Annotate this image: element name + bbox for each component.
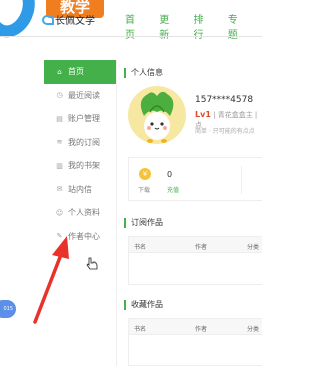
collected-table-body xyxy=(128,335,262,366)
sidebar-divider xyxy=(116,60,117,366)
coin-label: 下载 xyxy=(138,187,151,194)
watermark-logo-arc xyxy=(0,0,43,45)
column-title: 书名 xyxy=(134,326,147,333)
cabbage-avatar-icon xyxy=(140,91,174,143)
sidebar-item-label: 最近阅读 xyxy=(68,90,100,100)
logo-text: 长佩文学 xyxy=(55,16,95,27)
subscribed-table-body xyxy=(128,253,262,285)
bookshelf-icon: ▥ xyxy=(56,161,63,170)
sidebar-item-recent[interactable]: ◷ 最近阅读 xyxy=(44,84,116,108)
hand-cursor-icon xyxy=(86,257,98,270)
sidebar-item-label: 站内信 xyxy=(68,184,92,194)
sidebar-item-label: 账户管理 xyxy=(68,114,100,124)
column-category: 分类 xyxy=(247,326,260,333)
recharge-link[interactable]: 充值 xyxy=(167,185,179,194)
rss-icon: ≋ xyxy=(56,138,63,147)
balance-value: 0 xyxy=(167,170,173,179)
sidebar-item-profile[interactable]: ☺ 个人资料 xyxy=(44,201,116,225)
column-title: 书名 xyxy=(134,244,147,251)
sidebar-item-label: 我的订阅 xyxy=(68,137,100,147)
sidebar-item-subscriptions[interactable]: ≋ 我的订阅 xyxy=(44,131,116,155)
subscribed-section-title: 订阅作品 xyxy=(124,218,163,228)
user-icon: ☺ xyxy=(55,208,64,217)
sidebar-item-home[interactable]: ⌂ 首页 xyxy=(44,60,116,84)
sidebar-item-bookshelf[interactable]: ▥ 我的书架 xyxy=(44,154,116,178)
logo-icon xyxy=(42,15,54,25)
user-phone: 157****4578 xyxy=(195,95,254,105)
level-badge: Lv1 xyxy=(195,110,211,119)
column-category: 分类 xyxy=(247,244,260,251)
message-icon: ✉ xyxy=(56,185,63,194)
column-author: 作者 xyxy=(195,326,208,333)
sidebar-item-messages[interactable]: ✉ 站内信 xyxy=(44,178,116,202)
sidebar-item-label: 作者中心 xyxy=(68,231,100,241)
document-icon: ▤ xyxy=(56,114,63,123)
pen-icon: ✎ xyxy=(56,232,63,241)
avatar[interactable] xyxy=(128,86,186,144)
sidebar: ⌂ 首页 ◷ 最近阅读 ▤ 账户管理 ≋ 我的订阅 ▥ 我的书架 ✉ 站内信 ☺… xyxy=(44,60,116,248)
collected-table-header: 书名 作者 分类 xyxy=(128,318,262,335)
site-logo[interactable]: 长佩文学 xyxy=(42,12,95,27)
stat-divider xyxy=(241,166,242,194)
clock-icon: ◷ xyxy=(56,91,63,100)
account-stats: ¥ 下载 0 充值 xyxy=(128,157,262,201)
user-motto: 简单 · 只可能的有点点 xyxy=(195,128,255,135)
column-author: 作者 xyxy=(195,244,208,251)
header-divider xyxy=(0,36,262,37)
profile-section-title: 个人信息 xyxy=(124,68,163,78)
sidebar-item-author-center[interactable]: ✎ 作者中心 xyxy=(44,225,116,249)
coin-icon: ¥ xyxy=(139,168,151,180)
floating-chip[interactable]: 015 xyxy=(0,300,16,318)
sidebar-item-label: 首页 xyxy=(68,67,84,77)
subscribed-table-header: 书名 作者 分类 xyxy=(128,236,262,253)
sidebar-item-account[interactable]: ▤ 账户管理 xyxy=(44,107,116,131)
sidebar-item-label: 个人资料 xyxy=(68,208,100,218)
collected-section-title: 收藏作品 xyxy=(124,300,163,310)
home-icon: ⌂ xyxy=(57,67,62,76)
sidebar-item-label: 我的书架 xyxy=(68,161,100,171)
